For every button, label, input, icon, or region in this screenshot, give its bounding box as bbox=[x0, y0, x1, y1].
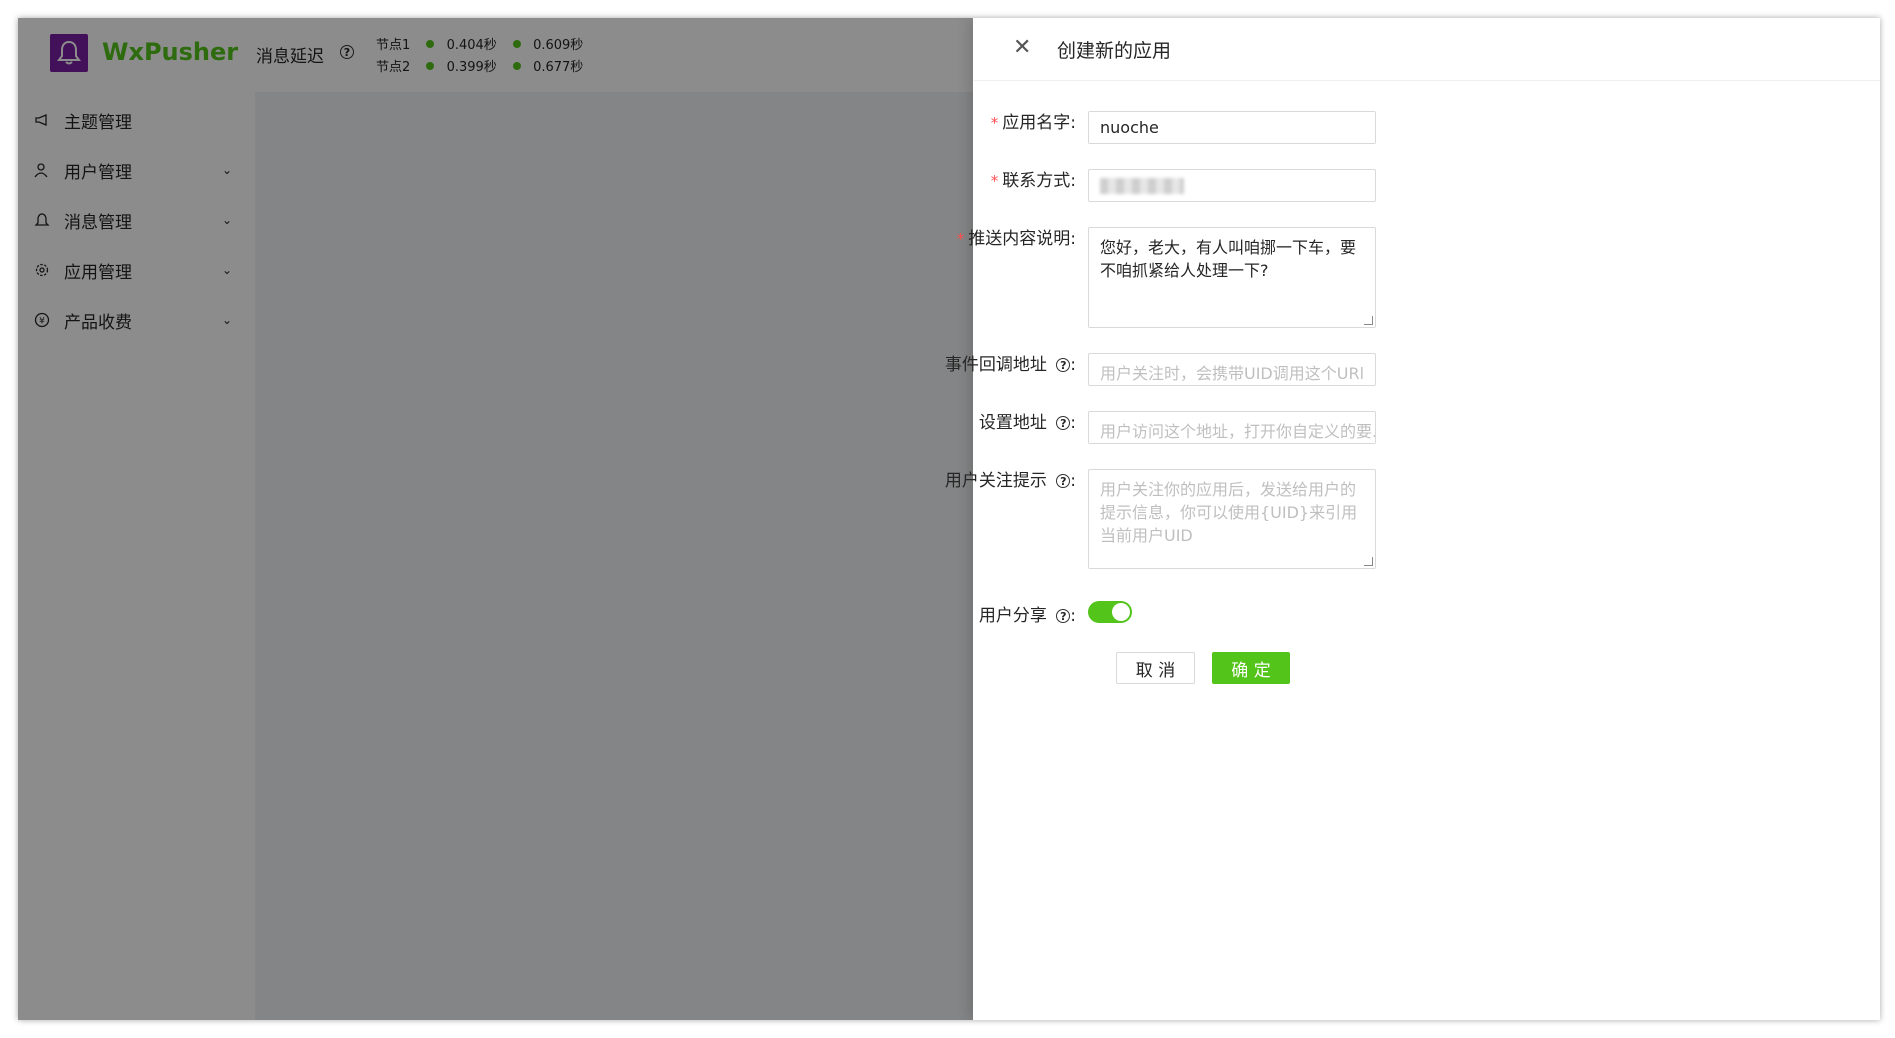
placeholder-text: 用户访问这个地址，打开你自定义的要... bbox=[1100, 422, 1376, 441]
contact-input[interactable] bbox=[1088, 169, 1376, 202]
user-share-toggle[interactable] bbox=[1088, 601, 1132, 623]
label-text: 设置地址 bbox=[978, 413, 1047, 433]
follow-tip-textarea[interactable]: 用户关注你的应用后，发送给用户的提示信息，你可以使用{UID}来引用当前用户UI… bbox=[1088, 469, 1376, 569]
help-icon[interactable]: ? bbox=[1056, 416, 1071, 430]
placeholder-text: 用户关注时，会携带UID调用这个URl bbox=[1100, 364, 1365, 383]
close-icon[interactable]: ✕ bbox=[1013, 37, 1031, 59]
obscured-contact-value bbox=[1100, 178, 1184, 194]
label-text: 用户关注提示 bbox=[944, 471, 1047, 491]
label-text: 联系方式 bbox=[1002, 171, 1071, 191]
required-marker: * bbox=[990, 114, 999, 132]
field-label: * 推送内容说明: bbox=[956, 229, 1076, 249]
callback-url-input[interactable]: 用户关注时，会携带UID调用这个URl bbox=[1088, 353, 1376, 386]
field-label: 事件回调地址 ?: bbox=[944, 355, 1076, 375]
field-label: 用户分享 ?: bbox=[978, 606, 1076, 626]
resize-handle-icon[interactable] bbox=[1364, 316, 1373, 325]
required-marker: * bbox=[990, 172, 999, 190]
description-text: 您好，老大，有人叫咱挪一下车，要不咱抓紧给人处理一下? bbox=[1100, 238, 1357, 280]
placeholder-text: 用户关注你的应用后，发送给用户的提示信息，你可以使用{UID}来引用当前用户UI… bbox=[1100, 480, 1358, 545]
drawer-header: ✕ 创建新的应用 bbox=[973, 18, 1880, 81]
field-label: * 联系方式: bbox=[990, 171, 1076, 191]
description-textarea[interactable]: 您好，老大，有人叫咱挪一下车，要不咱抓紧给人处理一下? bbox=[1088, 227, 1376, 328]
label-text: 用户分享 bbox=[978, 606, 1047, 626]
resize-handle-icon[interactable] bbox=[1364, 557, 1373, 566]
field-label: 设置地址 ?: bbox=[978, 413, 1076, 433]
label-text: 应用名字 bbox=[1002, 113, 1071, 133]
cancel-button[interactable]: 取 消 bbox=[1116, 652, 1195, 684]
help-icon[interactable]: ? bbox=[1056, 609, 1071, 623]
help-icon[interactable]: ? bbox=[1056, 358, 1071, 372]
field-label: 用户关注提示 ?: bbox=[944, 471, 1076, 491]
required-marker: * bbox=[956, 230, 965, 248]
drawer-title: 创建新的应用 bbox=[1057, 40, 1172, 62]
label-text: 推送内容说明 bbox=[968, 229, 1071, 249]
settings-url-input[interactable]: 用户访问这个地址，打开你自定义的要... bbox=[1088, 411, 1376, 444]
label-text: 事件回调地址 bbox=[944, 355, 1047, 375]
screenshot-frame: WxPusher 消息延迟 ? 节点1 0.404秒 0.609秒 节点2 0.… bbox=[18, 18, 1880, 1020]
confirm-button[interactable]: 确 定 bbox=[1212, 652, 1290, 684]
app-name-input[interactable]: nuoche bbox=[1088, 111, 1376, 144]
field-label: * 应用名字: bbox=[990, 113, 1076, 133]
toggle-knob bbox=[1112, 603, 1130, 621]
help-icon[interactable]: ? bbox=[1056, 474, 1071, 488]
